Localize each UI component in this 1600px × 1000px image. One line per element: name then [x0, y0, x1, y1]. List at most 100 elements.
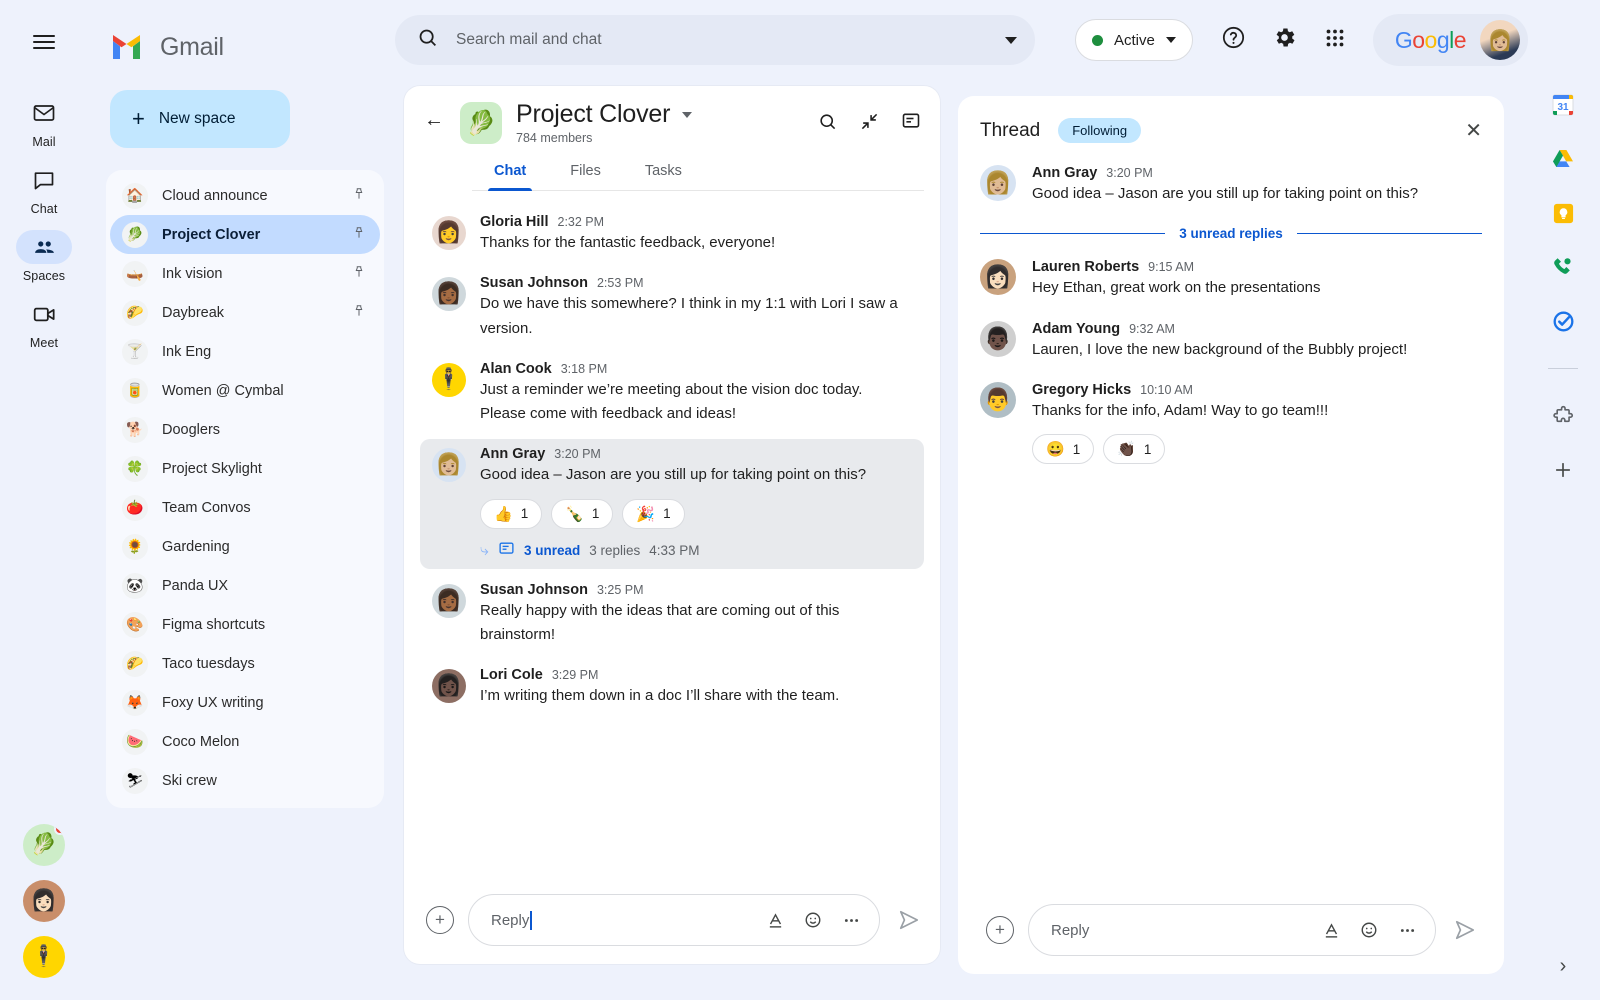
space-list-item[interactable]: 🌮 Taco tuesdays: [110, 644, 380, 683]
sidebar-item-spaces[interactable]: Spaces: [8, 230, 80, 283]
format-text-icon[interactable]: [1323, 922, 1340, 939]
spaces-list[interactable]: 🏠Cloud announce🥬Project Clover🛶Ink visio…: [106, 170, 384, 808]
google-drive-icon[interactable]: [1550, 146, 1576, 172]
search-icon[interactable]: [814, 108, 840, 134]
space-name: Taco tuesdays: [162, 656, 255, 672]
chat-message[interactable]: 👩🏾Susan Johnson3:25 PMReally happy with …: [420, 575, 924, 655]
send-icon[interactable]: [1450, 915, 1480, 945]
close-icon[interactable]: ✕: [1465, 121, 1482, 141]
format-text-icon[interactable]: [767, 912, 784, 929]
chevron-down-icon[interactable]: [1005, 37, 1017, 44]
emoji-icon[interactable]: [804, 911, 822, 929]
chat-message[interactable]: 👩🏾Susan Johnson2:53 PMDo we have this so…: [420, 268, 924, 348]
thread-reply-message[interactable]: 👨Gregory Hicks10:10 AMThanks for the inf…: [980, 382, 1482, 464]
thread-summary[interactable]: ⤷3 unread3 replies4:33 PM: [480, 540, 912, 562]
person-avatar-3[interactable]: 🕴: [23, 936, 65, 978]
space-list-item[interactable]: 🍅Team Convos: [110, 488, 380, 527]
google-tasks-icon[interactable]: [1550, 308, 1576, 334]
google-voice-icon[interactable]: [1550, 254, 1576, 280]
reaction-chip[interactable]: 🍾1: [551, 499, 613, 529]
pin-icon[interactable]: [352, 225, 366, 244]
chat-bubble-icon: [16, 163, 72, 197]
plus-circle-icon[interactable]: +: [426, 906, 454, 934]
space-list-item[interactable]: 🥫Women @ Cymbal: [110, 371, 380, 410]
account-pill[interactable]: Google 👩🏼: [1373, 14, 1528, 66]
pin-icon[interactable]: [352, 264, 366, 283]
thread-panel-icon[interactable]: [898, 108, 924, 134]
chevron-down-icon[interactable]: [682, 112, 692, 118]
chevron-down-icon[interactable]: [1166, 37, 1176, 43]
person-avatar-2[interactable]: 👩🏻: [23, 880, 65, 922]
puzzle-addons-icon[interactable]: [1550, 403, 1576, 429]
space-list-item[interactable]: 🥬Project Clover: [110, 215, 380, 254]
gear-icon[interactable]: [1272, 25, 1297, 55]
sidebar-item-mail[interactable]: Mail: [8, 96, 80, 149]
back-arrow-icon[interactable]: ←: [420, 106, 448, 134]
emoji-icon[interactable]: [1360, 921, 1378, 939]
chat-message[interactable]: 👩🏼Ann Gray3:20 PMGood idea – Jason are y…: [420, 439, 924, 568]
following-chip[interactable]: Following: [1058, 118, 1141, 143]
sidebar-item-chat[interactable]: Chat: [8, 163, 80, 216]
chevron-right-icon[interactable]: ›: [1560, 955, 1567, 978]
reaction-chip[interactable]: 🎉1: [622, 499, 684, 529]
new-space-button[interactable]: + New space: [110, 90, 290, 148]
space-name: Figma shortcuts: [162, 617, 265, 633]
space-emoji-icon: 🎨: [122, 612, 148, 638]
reply-input[interactable]: Reply: [468, 894, 880, 946]
space-list-item[interactable]: 🦊Foxy UX writing: [110, 683, 380, 722]
send-icon[interactable]: [894, 905, 924, 935]
plus-icon[interactable]: [1550, 457, 1576, 483]
pin-icon[interactable]: [352, 303, 366, 322]
message-author: Gloria Hill: [480, 214, 549, 230]
space-list-item[interactable]: ⛷Ski crew: [110, 761, 380, 800]
thread-reply-message[interactable]: 👨🏿Adam Young9:32 AMLauren, I love the ne…: [980, 321, 1482, 362]
google-wordmark: Google: [1395, 27, 1466, 54]
gmail-logo[interactable]: Gmail: [88, 10, 398, 68]
space-emoji-icon: 🌮: [122, 651, 148, 677]
status-chip[interactable]: Active: [1075, 19, 1193, 61]
message-avatar: 🕴: [432, 363, 466, 397]
reaction-chip[interactable]: 👍1: [480, 499, 542, 529]
reaction-chip[interactable]: 😀1: [1032, 434, 1094, 464]
gmail-wordmark: Gmail: [160, 33, 224, 62]
space-list-item[interactable]: 🐼Panda UX: [110, 566, 380, 605]
chat-message[interactable]: 👩Gloria Hill2:32 PMThanks for the fantas…: [420, 207, 924, 262]
space-list-item[interactable]: 🌮Daybreak: [110, 293, 380, 332]
more-horizontal-icon[interactable]: [842, 911, 861, 930]
space-list-item[interactable]: 🍉Coco Melon: [110, 722, 380, 761]
chat-message[interactable]: 🕴Alan Cook3:18 PMJust a reminder we’re m…: [420, 354, 924, 434]
grid-apps-icon[interactable]: [1323, 26, 1347, 55]
thread-title: Thread: [980, 120, 1040, 142]
google-keep-icon[interactable]: [1550, 200, 1576, 226]
space-list-item[interactable]: 🍀Project Skylight: [110, 449, 380, 488]
thread-reply-input[interactable]: Reply: [1028, 904, 1436, 956]
space-list-item[interactable]: 🍸Ink Eng: [110, 332, 380, 371]
search-bar[interactable]: Search mail and chat: [395, 15, 1035, 65]
collapse-icon[interactable]: [856, 108, 882, 134]
message-avatar: 👩🏼: [980, 165, 1016, 201]
chat-message[interactable]: 👩🏿Lori Cole3:29 PMI’m writing them down …: [420, 660, 924, 715]
help-icon[interactable]: [1221, 25, 1246, 55]
tab-tasks[interactable]: Tasks: [623, 159, 704, 190]
space-list-item[interactable]: 🐕Dooglers: [110, 410, 380, 449]
tab-files[interactable]: Files: [548, 159, 623, 190]
search-input[interactable]: Search mail and chat: [456, 31, 987, 49]
hamburger-icon[interactable]: [20, 18, 68, 66]
google-calendar-icon[interactable]: 31: [1550, 92, 1576, 118]
pin-icon[interactable]: [352, 186, 366, 205]
message-avatar: 👩🏾: [432, 584, 466, 618]
more-horizontal-icon[interactable]: [1398, 921, 1417, 940]
plus-circle-icon[interactable]: +: [986, 916, 1014, 944]
tab-chat[interactable]: Chat: [472, 159, 548, 190]
space-list-item[interactable]: 🎨 Figma shortcuts: [110, 605, 380, 644]
thread-reply-message[interactable]: 👩🏻Lauren Roberts9:15 AMHey Ethan, great …: [980, 259, 1482, 300]
sidebar-item-label: Mail: [32, 135, 55, 149]
account-avatar[interactable]: 👩🏼: [1480, 20, 1520, 60]
space-list-item[interactable]: 🏠Cloud announce: [110, 176, 380, 215]
sidebar-item-meet[interactable]: Meet: [8, 297, 80, 350]
reaction-chip[interactable]: 👏🏿1: [1103, 434, 1165, 464]
search-icon: [417, 27, 438, 53]
space-list-item[interactable]: 🛶Ink vision: [110, 254, 380, 293]
space-list-item[interactable]: 🌻Gardening: [110, 527, 380, 566]
project-clover-avatar[interactable]: 🥬: [23, 824, 65, 866]
